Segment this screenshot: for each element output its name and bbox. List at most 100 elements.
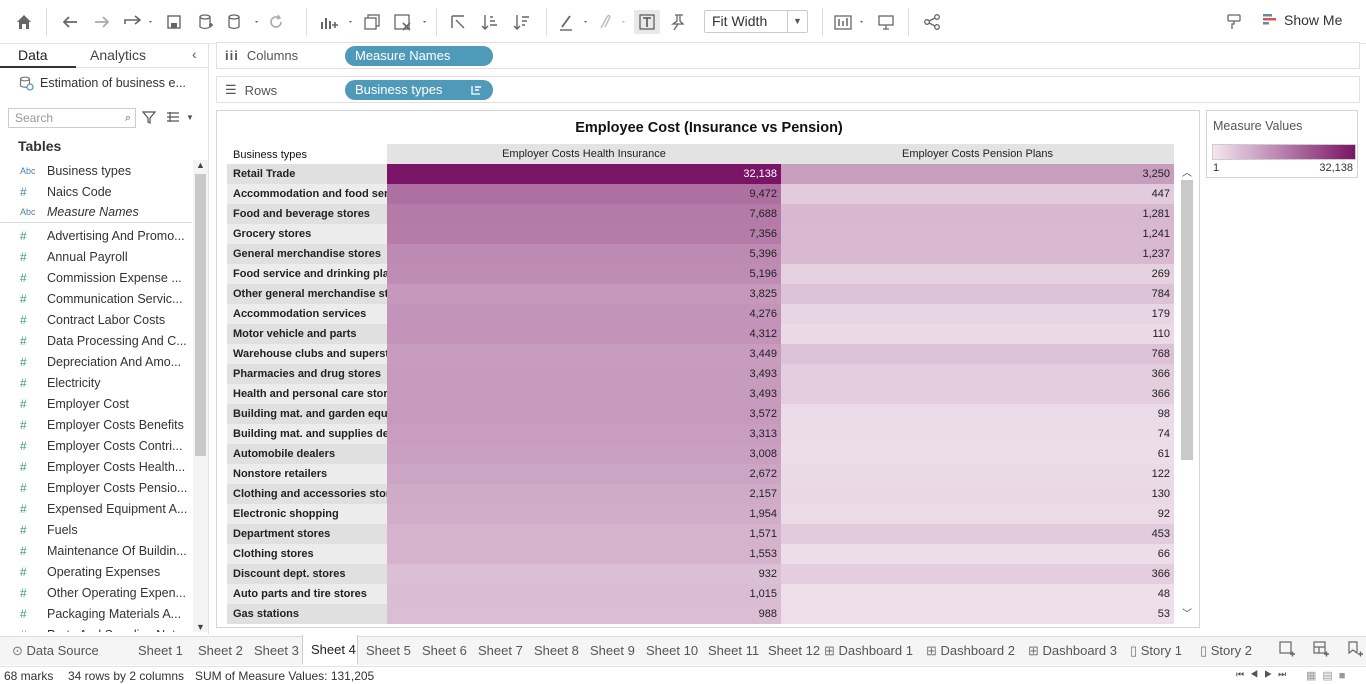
pension-plans-cell[interactable]: 74 bbox=[781, 424, 1174, 444]
pension-plans-cell[interactable]: 130 bbox=[781, 484, 1174, 504]
redo-icon[interactable] bbox=[90, 10, 114, 34]
table-row[interactable]: Accommodation and food serv.. 9,472 447 bbox=[227, 184, 1174, 204]
sheet-view-mode-icons[interactable]: ▦▤■ bbox=[1306, 669, 1351, 682]
share-icon[interactable] bbox=[920, 10, 944, 34]
dimension-field[interactable]: # Naics Code bbox=[0, 181, 192, 202]
table-row[interactable]: Clothing stores 1,553 66 bbox=[227, 544, 1174, 564]
rows-shelf[interactable]: ☰ Rows Business types bbox=[216, 76, 1360, 103]
health-insurance-cell[interactable]: 1,553 bbox=[387, 544, 781, 564]
measure-field[interactable]: # Employer Costs Pensio... bbox=[0, 477, 192, 498]
table-row[interactable]: Warehouse clubs and superst.. 3,449 768 bbox=[227, 344, 1174, 364]
table-row[interactable]: Building mat. and supplies de.. 3,313 74 bbox=[227, 424, 1174, 444]
dimension-field[interactable]: Abc Measure Names bbox=[0, 202, 192, 223]
view-options-icon[interactable]: ▼ bbox=[166, 111, 194, 123]
sheet-tab[interactable]: Sheet 10 bbox=[638, 637, 700, 665]
pension-plans-cell[interactable]: 768 bbox=[781, 344, 1174, 364]
new-story-icon[interactable] bbox=[1346, 640, 1364, 658]
row-label[interactable]: Auto parts and tire stores bbox=[227, 584, 387, 604]
fields-scrollbar[interactable]: ▲ ▼ bbox=[193, 160, 208, 632]
sheet-tab[interactable]: Sheet 7 bbox=[470, 637, 526, 665]
clear-sheet-icon[interactable] bbox=[392, 10, 428, 34]
row-label[interactable]: Nonstore retailers bbox=[227, 464, 387, 484]
sheet-tab[interactable]: Sheet 2 bbox=[190, 637, 246, 665]
row-label[interactable]: Clothing and accessories stor.. bbox=[227, 484, 387, 504]
undo-icon[interactable] bbox=[58, 10, 82, 34]
pension-plans-cell[interactable]: 1,241 bbox=[781, 224, 1174, 244]
measure-field[interactable]: # Electricity bbox=[0, 372, 192, 393]
highlight-icon[interactable] bbox=[556, 10, 592, 34]
scroll-down-icon[interactable]: ﹀ bbox=[1180, 605, 1194, 620]
scrollbar-thumb[interactable] bbox=[1181, 180, 1193, 460]
health-insurance-cell[interactable]: 3,825 bbox=[387, 284, 781, 304]
sort-ascending-icon[interactable] bbox=[478, 10, 502, 34]
health-insurance-cell[interactable]: 5,396 bbox=[387, 244, 781, 264]
pension-plans-cell[interactable]: 366 bbox=[781, 364, 1174, 384]
row-label[interactable]: Pharmacies and drug stores bbox=[227, 364, 387, 384]
health-insurance-cell[interactable]: 2,157 bbox=[387, 484, 781, 504]
health-insurance-cell[interactable]: 1,954 bbox=[387, 504, 781, 524]
pension-plans-cell[interactable]: 98 bbox=[781, 404, 1174, 424]
fit-dropdown[interactable]: Fit Width ▼ bbox=[704, 10, 808, 33]
sheet-tab[interactable]: Sheet 4 bbox=[302, 635, 358, 665]
pension-plans-cell[interactable]: 179 bbox=[781, 304, 1174, 324]
row-label[interactable]: Electronic shopping bbox=[227, 504, 387, 524]
columns-shelf[interactable]: iii Columns Measure Names bbox=[216, 42, 1360, 69]
business-types-pill[interactable]: Business types bbox=[345, 80, 493, 100]
row-label[interactable]: Automobile dealers bbox=[227, 444, 387, 464]
datasource-item[interactable]: Estimation of business e... bbox=[18, 75, 186, 91]
show-cards-icon[interactable] bbox=[832, 10, 868, 34]
table-row[interactable]: Department stores 1,571 453 bbox=[227, 524, 1174, 544]
health-insurance-cell[interactable]: 3,449 bbox=[387, 344, 781, 364]
collapse-pane-icon[interactable]: ‹ bbox=[192, 46, 197, 62]
health-insurance-cell[interactable]: 5,196 bbox=[387, 264, 781, 284]
measure-field[interactable]: # Advertising And Promo... bbox=[0, 225, 192, 246]
measure-field[interactable]: # Employer Costs Benefits bbox=[0, 414, 192, 435]
view-scrollbar[interactable]: ︿ ﹀ bbox=[1180, 164, 1194, 620]
health-insurance-cell[interactable]: 3,493 bbox=[387, 384, 781, 404]
table-row[interactable]: Other general merchandise st.. 3,825 784 bbox=[227, 284, 1174, 304]
format-painter-icon[interactable] bbox=[1222, 10, 1246, 34]
pension-plans-cell[interactable]: 122 bbox=[781, 464, 1174, 484]
table-row[interactable]: General merchandise stores 5,396 1,237 bbox=[227, 244, 1174, 264]
measure-field[interactable]: # Depreciation And Amo... bbox=[0, 351, 192, 372]
row-label[interactable]: Building mat. and garden equi.. bbox=[227, 404, 387, 424]
health-insurance-cell[interactable]: 2,672 bbox=[387, 464, 781, 484]
row-label[interactable]: Health and personal care stor.. bbox=[227, 384, 387, 404]
duplicate-sheet-icon[interactable] bbox=[360, 10, 384, 34]
health-insurance-cell[interactable]: 9,472 bbox=[387, 184, 781, 204]
health-insurance-cell[interactable]: 32,138 bbox=[387, 164, 781, 184]
pension-plans-cell[interactable]: 1,237 bbox=[781, 244, 1174, 264]
row-label[interactable]: Accommodation and food serv.. bbox=[227, 184, 387, 204]
table-row[interactable]: Health and personal care stor.. 3,493 366 bbox=[227, 384, 1174, 404]
pension-plans-cell[interactable]: 784 bbox=[781, 284, 1174, 304]
search-input[interactable]: Search ⌕ bbox=[8, 108, 136, 128]
pension-plans-cell[interactable]: 66 bbox=[781, 544, 1174, 564]
health-insurance-cell[interactable]: 3,313 bbox=[387, 424, 781, 444]
pension-plans-cell[interactable]: 110 bbox=[781, 324, 1174, 344]
table-row[interactable]: Electronic shopping 1,954 92 bbox=[227, 504, 1174, 524]
show-mark-labels-icon[interactable] bbox=[634, 10, 660, 34]
refresh-icon[interactable] bbox=[264, 10, 288, 34]
row-label[interactable]: Discount dept. stores bbox=[227, 564, 387, 584]
presentation-mode-icon[interactable] bbox=[874, 10, 898, 34]
measure-field[interactable]: #Parts And Supplies Not... bbox=[0, 624, 192, 633]
table-row[interactable]: Building mat. and garden equi.. 3,572 98 bbox=[227, 404, 1174, 424]
tab-data[interactable]: Data bbox=[18, 47, 48, 63]
swap-rows-columns-icon[interactable] bbox=[446, 10, 470, 34]
pension-plans-cell[interactable]: 269 bbox=[781, 264, 1174, 284]
health-insurance-cell[interactable]: 4,312 bbox=[387, 324, 781, 344]
table-row[interactable]: Pharmacies and drug stores 3,493 366 bbox=[227, 364, 1174, 384]
row-label[interactable]: Grocery stores bbox=[227, 224, 387, 244]
pin-icon[interactable] bbox=[666, 10, 690, 34]
health-insurance-cell[interactable]: 3,008 bbox=[387, 444, 781, 464]
health-insurance-cell[interactable]: 1,571 bbox=[387, 524, 781, 544]
table-row[interactable]: Discount dept. stores 932 366 bbox=[227, 564, 1174, 584]
new-worksheet-icon[interactable] bbox=[318, 10, 354, 34]
sheet-tab[interactable]: Sheet 1 bbox=[130, 637, 190, 665]
measure-field[interactable]: # Contract Labor Costs bbox=[0, 309, 192, 330]
row-label[interactable]: Other general merchandise st.. bbox=[227, 284, 387, 304]
table-row[interactable]: Motor vehicle and parts 4,312 110 bbox=[227, 324, 1174, 344]
table-row[interactable]: Auto parts and tire stores 1,015 48 bbox=[227, 584, 1174, 604]
row-label[interactable]: Accommodation services bbox=[227, 304, 387, 324]
sheet-tab[interactable]: Sheet 5 bbox=[358, 637, 414, 665]
